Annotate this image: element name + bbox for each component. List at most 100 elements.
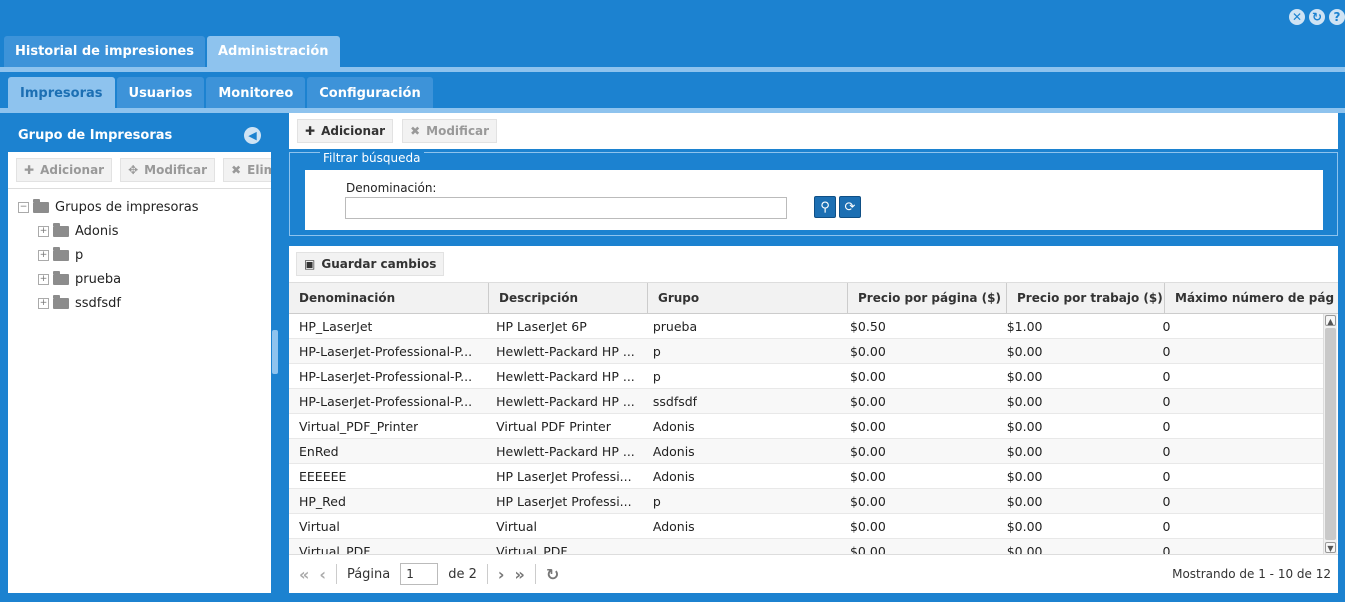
page-count: de 2 bbox=[448, 566, 477, 582]
cell-text: $0.00 bbox=[849, 418, 886, 434]
cell-text: Virtual_PDF bbox=[299, 543, 371, 555]
grid-scrollbar[interactable]: ▲ ▼ bbox=[1323, 314, 1337, 554]
folder-icon bbox=[53, 222, 69, 237]
page-number-input[interactable]: 1 bbox=[400, 563, 439, 585]
printer-group-panel: Grupo de Impresoras ◀ ✚ Adicionar ✥ Modi… bbox=[8, 119, 271, 593]
filter-legend[interactable]: Filtrar búsqueda bbox=[320, 151, 424, 165]
denomination-input[interactable] bbox=[345, 197, 787, 219]
main-tab-strip bbox=[0, 67, 1345, 72]
table-cell: ssdfsdf bbox=[643, 389, 840, 413]
cell-text: $0.00 bbox=[1006, 418, 1043, 434]
modify-printer-button[interactable]: ✖ Modificar bbox=[402, 119, 498, 143]
table-row[interactable]: HP_LaserJet HP LaserJet 6P prueba $0.50 $1.0… bbox=[289, 314, 1323, 339]
reset-button[interactable]: ⟳ bbox=[839, 196, 861, 218]
table-cell: HP LaserJet Professi... bbox=[486, 464, 643, 488]
tab-monitoreo[interactable]: Monitoreo bbox=[206, 77, 306, 109]
table-cell: HP LaserJet 6P bbox=[486, 314, 643, 338]
table-row[interactable]: Virtual Virtual Adonis $0.00 $0.00 0 bbox=[289, 514, 1323, 539]
cell-text: $0.00 bbox=[849, 493, 886, 509]
table-cell: p bbox=[643, 364, 840, 388]
table-cell: HP_Red bbox=[289, 489, 486, 513]
table-cell: $0.00 bbox=[840, 364, 997, 388]
cell-text: p bbox=[652, 368, 661, 384]
panel-title: Grupo de Impresoras bbox=[18, 128, 173, 143]
table-row[interactable]: EEEEEE HP LaserJet Professi... Adonis $0.00… bbox=[289, 464, 1323, 489]
table-cell: $0.00 bbox=[840, 339, 997, 363]
cell-text: HP-LaserJet-Professional-P... bbox=[299, 393, 473, 409]
cell-text: Virtual bbox=[496, 518, 537, 534]
refresh-icon: ⟳ bbox=[844, 199, 856, 215]
x-circle-icon[interactable]: ✕ bbox=[1289, 9, 1305, 25]
scroll-up-icon[interactable]: ▲ bbox=[1325, 315, 1336, 326]
expand-icon[interactable]: + bbox=[38, 225, 49, 237]
delete-group-button[interactable]: ✖ Eliminar bbox=[223, 158, 271, 182]
tab-impresoras[interactable]: Impresoras bbox=[8, 77, 115, 109]
search-button[interactable]: ⚲ bbox=[814, 196, 836, 218]
prev-page-icon[interactable]: ‹ bbox=[319, 565, 326, 584]
table-cell: $0.00 bbox=[840, 514, 997, 538]
cell-text: 0 bbox=[1162, 518, 1171, 534]
column-header[interactable]: Grupo bbox=[648, 283, 848, 313]
add-printer-button[interactable]: ✚ Adicionar bbox=[297, 119, 394, 143]
expand-icon[interactable]: + bbox=[38, 273, 49, 285]
tree-item-adonis[interactable]: + Adonis bbox=[8, 219, 271, 243]
group-toolbar: ✚ Adicionar ✥ Modificar ✖ Eliminar bbox=[8, 152, 271, 189]
tab-administracion[interactable]: Administración bbox=[206, 36, 340, 67]
search-filter: Filtrar búsqueda Denominación: ⚲ ⟳ bbox=[289, 151, 1338, 236]
next-page-icon[interactable]: › bbox=[498, 565, 505, 584]
tab-configuracion[interactable]: Configuración bbox=[307, 77, 433, 109]
table-cell: Adonis bbox=[643, 439, 840, 463]
table-row[interactable]: HP_Red HP LaserJet Professi... p $0.00 $0.00… bbox=[289, 489, 1323, 514]
panel-splitter[interactable] bbox=[272, 330, 278, 374]
column-header[interactable]: Precio por página ($) bbox=[848, 283, 1007, 313]
table-cell: HP-LaserJet-Professional-P... bbox=[289, 389, 486, 413]
refresh-icon[interactable]: ↻ bbox=[546, 565, 559, 584]
table-cell: 0 bbox=[1152, 414, 1323, 438]
column-header[interactable]: Descripción bbox=[489, 283, 648, 313]
collapse-icon[interactable]: − bbox=[18, 201, 29, 213]
help-icon[interactable]: ? bbox=[1329, 9, 1345, 25]
table-row[interactable]: Virtual_PDF Virtual_PDF $0.00 $0.00 0 bbox=[289, 539, 1323, 554]
tab-usuarios[interactable]: Usuarios bbox=[116, 77, 205, 109]
modify-group-button[interactable]: ✥ Modificar bbox=[120, 158, 216, 182]
cell-text: prueba bbox=[652, 318, 698, 334]
tab-historial[interactable]: Historial de impresiones bbox=[4, 36, 205, 67]
add-group-button[interactable]: ✚ Adicionar bbox=[16, 158, 113, 182]
first-page-icon[interactable]: « bbox=[299, 565, 309, 584]
table-cell: $0.00 bbox=[840, 389, 997, 413]
column-header[interactable]: Precio por trabajo ($) bbox=[1007, 283, 1165, 313]
table-cell: p bbox=[643, 339, 840, 363]
table-cell: $1.00 bbox=[997, 314, 1153, 338]
tree-item-prueba[interactable]: + prueba bbox=[8, 267, 271, 291]
last-page-icon[interactable]: » bbox=[514, 565, 524, 584]
grid-header: Denominación Descripción Grupo Precio po… bbox=[289, 282, 1338, 314]
column-header[interactable]: Máximo número de pág bbox=[1165, 283, 1338, 313]
table-cell: Adonis bbox=[643, 514, 840, 538]
cell-text: p bbox=[652, 343, 661, 359]
table-row[interactable]: Virtual_PDF_Printer Virtual PDF Printer Ad… bbox=[289, 414, 1323, 439]
tree-item-ssdfsdf[interactable]: + ssdfsdf bbox=[8, 291, 271, 315]
printers-grid: ▣ Guardar cambios Denominación Descripci… bbox=[289, 246, 1338, 593]
cell-text: Adonis bbox=[652, 443, 695, 459]
expand-icon[interactable]: + bbox=[38, 249, 49, 261]
tree-root[interactable]: − Grupos de impresoras bbox=[8, 195, 271, 219]
scroll-down-icon[interactable]: ▼ bbox=[1325, 542, 1336, 553]
table-row[interactable]: HP-LaserJet-Professional-P... Hewlett-Pac… bbox=[289, 389, 1323, 414]
column-header[interactable]: Denominación bbox=[289, 283, 489, 313]
cell-text: $0.00 bbox=[849, 443, 886, 459]
collapse-left-icon[interactable]: ◀ bbox=[244, 127, 261, 144]
panel-header: Grupo de Impresoras ◀ bbox=[8, 119, 271, 152]
cell-text: HP_Red bbox=[299, 493, 346, 509]
scroll-thumb[interactable] bbox=[1325, 328, 1336, 540]
tree-item-p[interactable]: + p bbox=[8, 243, 271, 267]
table-row[interactable]: EnRed Hewlett-Packard HP ... Adonis $0.00 $0… bbox=[289, 439, 1323, 464]
save-changes-button[interactable]: ▣ Guardar cambios bbox=[296, 252, 445, 276]
table-cell: $0.00 bbox=[997, 464, 1153, 488]
refresh-icon[interactable]: ↻ bbox=[1309, 9, 1325, 25]
table-cell: Virtual_PDF bbox=[486, 539, 643, 555]
table-row[interactable]: HP-LaserJet-Professional-P... Hewlett-Pac… bbox=[289, 339, 1323, 364]
cell-text: $0.00 bbox=[1006, 368, 1043, 384]
table-cell: $0.00 bbox=[997, 514, 1153, 538]
expand-icon[interactable]: + bbox=[38, 297, 49, 309]
table-row[interactable]: HP-LaserJet-Professional-P... Hewlett-Pac… bbox=[289, 364, 1323, 389]
